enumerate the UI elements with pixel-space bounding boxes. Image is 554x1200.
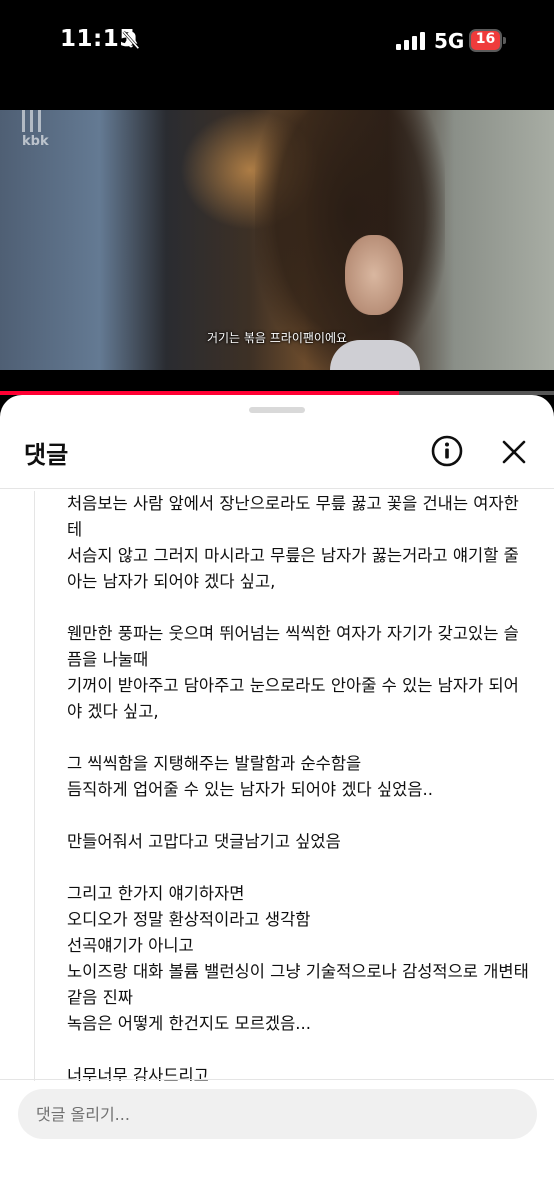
comment-input-container[interactable]: [18, 1089, 537, 1139]
comment-line: [67, 1037, 517, 1063]
comment-line: 만들어줘서 고맙다고 댓글남기고 싶었음: [67, 832, 341, 851]
sheet-drag-handle[interactable]: [249, 407, 305, 413]
battery-level: 16: [475, 31, 496, 47]
comments-title: 댓글: [24, 441, 69, 469]
video-frame-face: [345, 235, 403, 315]
comment-line: 아는 남자가 되어야 겠다 싶고,: [67, 572, 276, 591]
comment-line: [67, 803, 517, 829]
comment-line: 픔을 나눌때: [67, 650, 149, 669]
comment-line: 선곡얘기가 아니고: [67, 936, 194, 955]
signal-icon: [396, 32, 425, 50]
comments-sheet: 댓글 처음보는 사람 앞에서 장난으로라도 무릎 꿇고 꽃을 건내는 여자한테 서…: [0, 395, 554, 1200]
channel-logo-icon: [22, 110, 48, 132]
screen: 11:15 5G 16 kbk 거기는 볶음 프라이팬이에요 댓글 처음보는 사…: [0, 0, 554, 1200]
comment-line: 듬직하게 업어줄 수 있는 남자가 되어야 겠다 싶었음..: [67, 780, 433, 799]
comment-line: 야 겠다 싶고,: [67, 702, 159, 721]
comment-line: 서슴지 않고 그러지 마시라고 무릎은 남자가 꿇는거라고 얘기할 줄: [67, 546, 519, 565]
network-label: 5G: [434, 29, 465, 53]
video-player[interactable]: kbk 거기는 볶음 프라이팬이에요: [0, 110, 554, 370]
bell-muted-icon: [122, 30, 140, 50]
comment-line: 노이즈랑 대화 볼륨 밸런싱이 그냥 기술적으로나 감성적으로 개변태: [67, 962, 529, 981]
channel-logo-text: kbk: [22, 134, 49, 149]
info-icon[interactable]: [430, 434, 464, 468]
comment-body: 처음보는 사람 앞에서 장난으로라도 무릎 꿇고 꽃을 건내는 여자한테서슴지 …: [67, 491, 529, 1081]
comment-line: 같음 진짜: [67, 988, 133, 1007]
comment-line: 그 씩씩함을 지탱해주는 발랄함과 순수함을: [67, 754, 362, 773]
comment-line: [67, 855, 517, 881]
video-subtitle: 거기는 볶음 프라이팬이에요: [206, 331, 348, 345]
status-bar: 11:15 5G 16: [0, 0, 554, 84]
close-icon[interactable]: [498, 436, 530, 468]
comment-line: 테: [67, 520, 83, 539]
input-divider: [0, 1079, 554, 1080]
comment-line: 녹음은 어떻게 한건지도 모르겠음...: [67, 1014, 311, 1033]
comment-line: 처음보는 사람 앞에서 장난으로라도 무릎 꿇고 꽃을 건내는 여자한: [67, 494, 519, 513]
comment-line: [67, 595, 517, 621]
comment-line: [67, 725, 517, 751]
comment-line: 오디오가 정말 환상적이라고 생각함: [67, 910, 311, 929]
comment-line: 웬만한 풍파는 웃으며 뛰어넘는 씩씩한 여자가 자기가 갖고있는 슬: [67, 624, 519, 643]
comment-thread[interactable]: 처음보는 사람 앞에서 장난으로라도 무릎 꿇고 꽃을 건내는 여자한테서슴지 …: [0, 491, 554, 1081]
thread-line: [34, 491, 35, 1081]
battery-tip: [503, 37, 506, 44]
comment-line: 그리고 한가지 얘기하자면: [67, 884, 245, 903]
comment-line: 기꺼이 받아주고 담아주고 눈으로라도 안아줄 수 있는 남자가 되어: [67, 676, 519, 695]
battery-indicator: 16: [469, 29, 506, 52]
comments-header: 댓글: [0, 425, 554, 485]
comment-input[interactable]: [18, 1089, 537, 1139]
header-divider: [0, 488, 554, 489]
